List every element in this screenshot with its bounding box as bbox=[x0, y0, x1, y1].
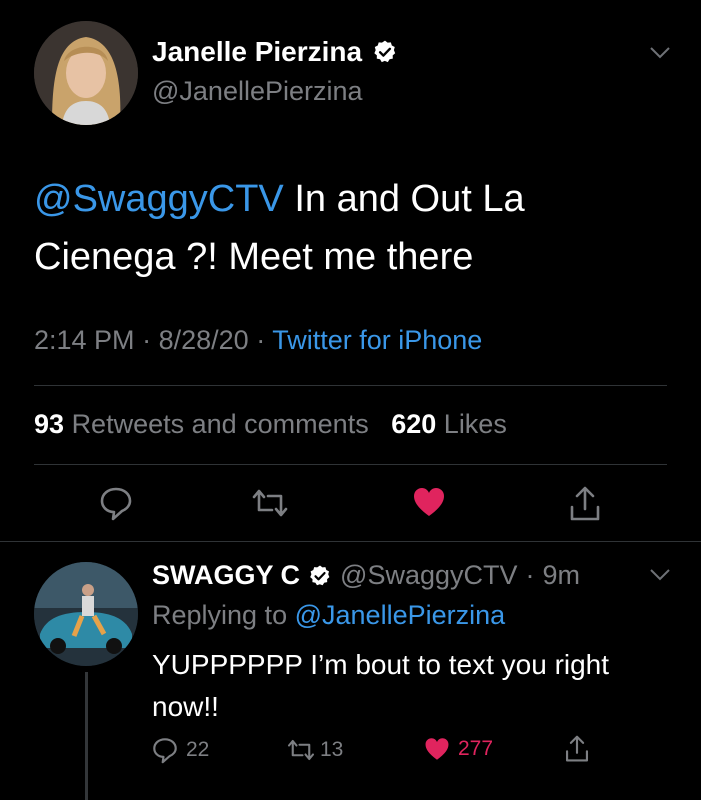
likes-count: 620 bbox=[391, 409, 437, 439]
verified-badge-icon bbox=[308, 564, 332, 588]
divider bbox=[0, 541, 701, 542]
reply-author-avatar[interactable] bbox=[34, 562, 138, 666]
reply-icon bbox=[153, 738, 177, 764]
meta-separator: · bbox=[256, 325, 273, 355]
reply-display-name[interactable]: SWAGGY C bbox=[152, 560, 300, 591]
reply-handle[interactable]: @SwaggyCTV bbox=[340, 560, 517, 591]
tweet-meta: 2:14 PM · 8/28/20 · Twitter for iPhone bbox=[34, 325, 482, 356]
reply-share-button[interactable] bbox=[564, 734, 590, 764]
divider bbox=[34, 385, 667, 386]
retweets-stat[interactable]: 93 Retweets and comments bbox=[34, 409, 369, 439]
retweet-icon bbox=[252, 489, 288, 517]
author-handle[interactable]: @JanellePierzina bbox=[152, 76, 363, 107]
reply-header: SWAGGY C @SwaggyCTV · 9m bbox=[152, 560, 580, 591]
retweets-label: Retweets and comments bbox=[71, 409, 369, 439]
thread-line bbox=[85, 672, 88, 800]
retweet-icon bbox=[287, 739, 315, 761]
meta-separator: · bbox=[525, 560, 535, 590]
author-avatar[interactable] bbox=[34, 21, 138, 125]
heart-icon bbox=[414, 488, 444, 516]
tweet-mention-link[interactable]: @SwaggyCTV bbox=[34, 178, 284, 220]
author-display-name[interactable]: Janelle Pierzina bbox=[152, 36, 362, 68]
share-button[interactable] bbox=[568, 485, 602, 523]
like-button[interactable] bbox=[412, 485, 446, 519]
likes-stat[interactable]: 620 Likes bbox=[391, 409, 507, 439]
meta-separator: · bbox=[142, 325, 159, 355]
reply-button[interactable] bbox=[99, 485, 133, 521]
tweet-time[interactable]: 2:14 PM bbox=[34, 325, 135, 355]
author-name-row: Janelle Pierzina bbox=[152, 36, 398, 68]
chevron-down-icon[interactable] bbox=[649, 568, 671, 582]
share-icon bbox=[565, 735, 589, 762]
reply-like-button[interactable]: 277 bbox=[424, 736, 493, 762]
tweet-text: @SwaggyCTV In and Out La Cienega ?! Meet… bbox=[34, 170, 674, 286]
reply-text: YUPPPPPP I’m bout to text you right now!… bbox=[152, 649, 610, 722]
share-icon bbox=[570, 486, 600, 521]
reply-retweet-count: 13 bbox=[320, 738, 344, 761]
reply-comment-button[interactable]: 22 bbox=[152, 736, 209, 764]
tweet-date[interactable]: 8/28/20 bbox=[159, 325, 249, 355]
replying-to: Replying to @JanellePierzina bbox=[152, 600, 505, 631]
reply-retweet-button[interactable]: 13 bbox=[286, 736, 343, 764]
reply-comment-count: 22 bbox=[186, 738, 210, 761]
heart-icon bbox=[425, 738, 449, 760]
likes-label: Likes bbox=[443, 409, 507, 439]
replying-label: Replying to bbox=[152, 600, 288, 630]
replying-to-link[interactable]: @JanellePierzina bbox=[295, 600, 506, 630]
divider bbox=[34, 464, 667, 465]
chevron-down-icon[interactable] bbox=[649, 46, 671, 60]
reply-like-count: 277 bbox=[458, 737, 494, 760]
reply-icon bbox=[100, 487, 132, 521]
verified-badge-icon bbox=[372, 39, 398, 65]
tweet-source-link[interactable]: Twitter for iPhone bbox=[272, 325, 482, 355]
retweets-count: 93 bbox=[34, 409, 65, 439]
reply-age: 9m bbox=[542, 560, 581, 590]
tweet-stats: 93 Retweets and comments 620 Likes bbox=[34, 409, 507, 440]
retweet-button[interactable] bbox=[250, 485, 290, 521]
